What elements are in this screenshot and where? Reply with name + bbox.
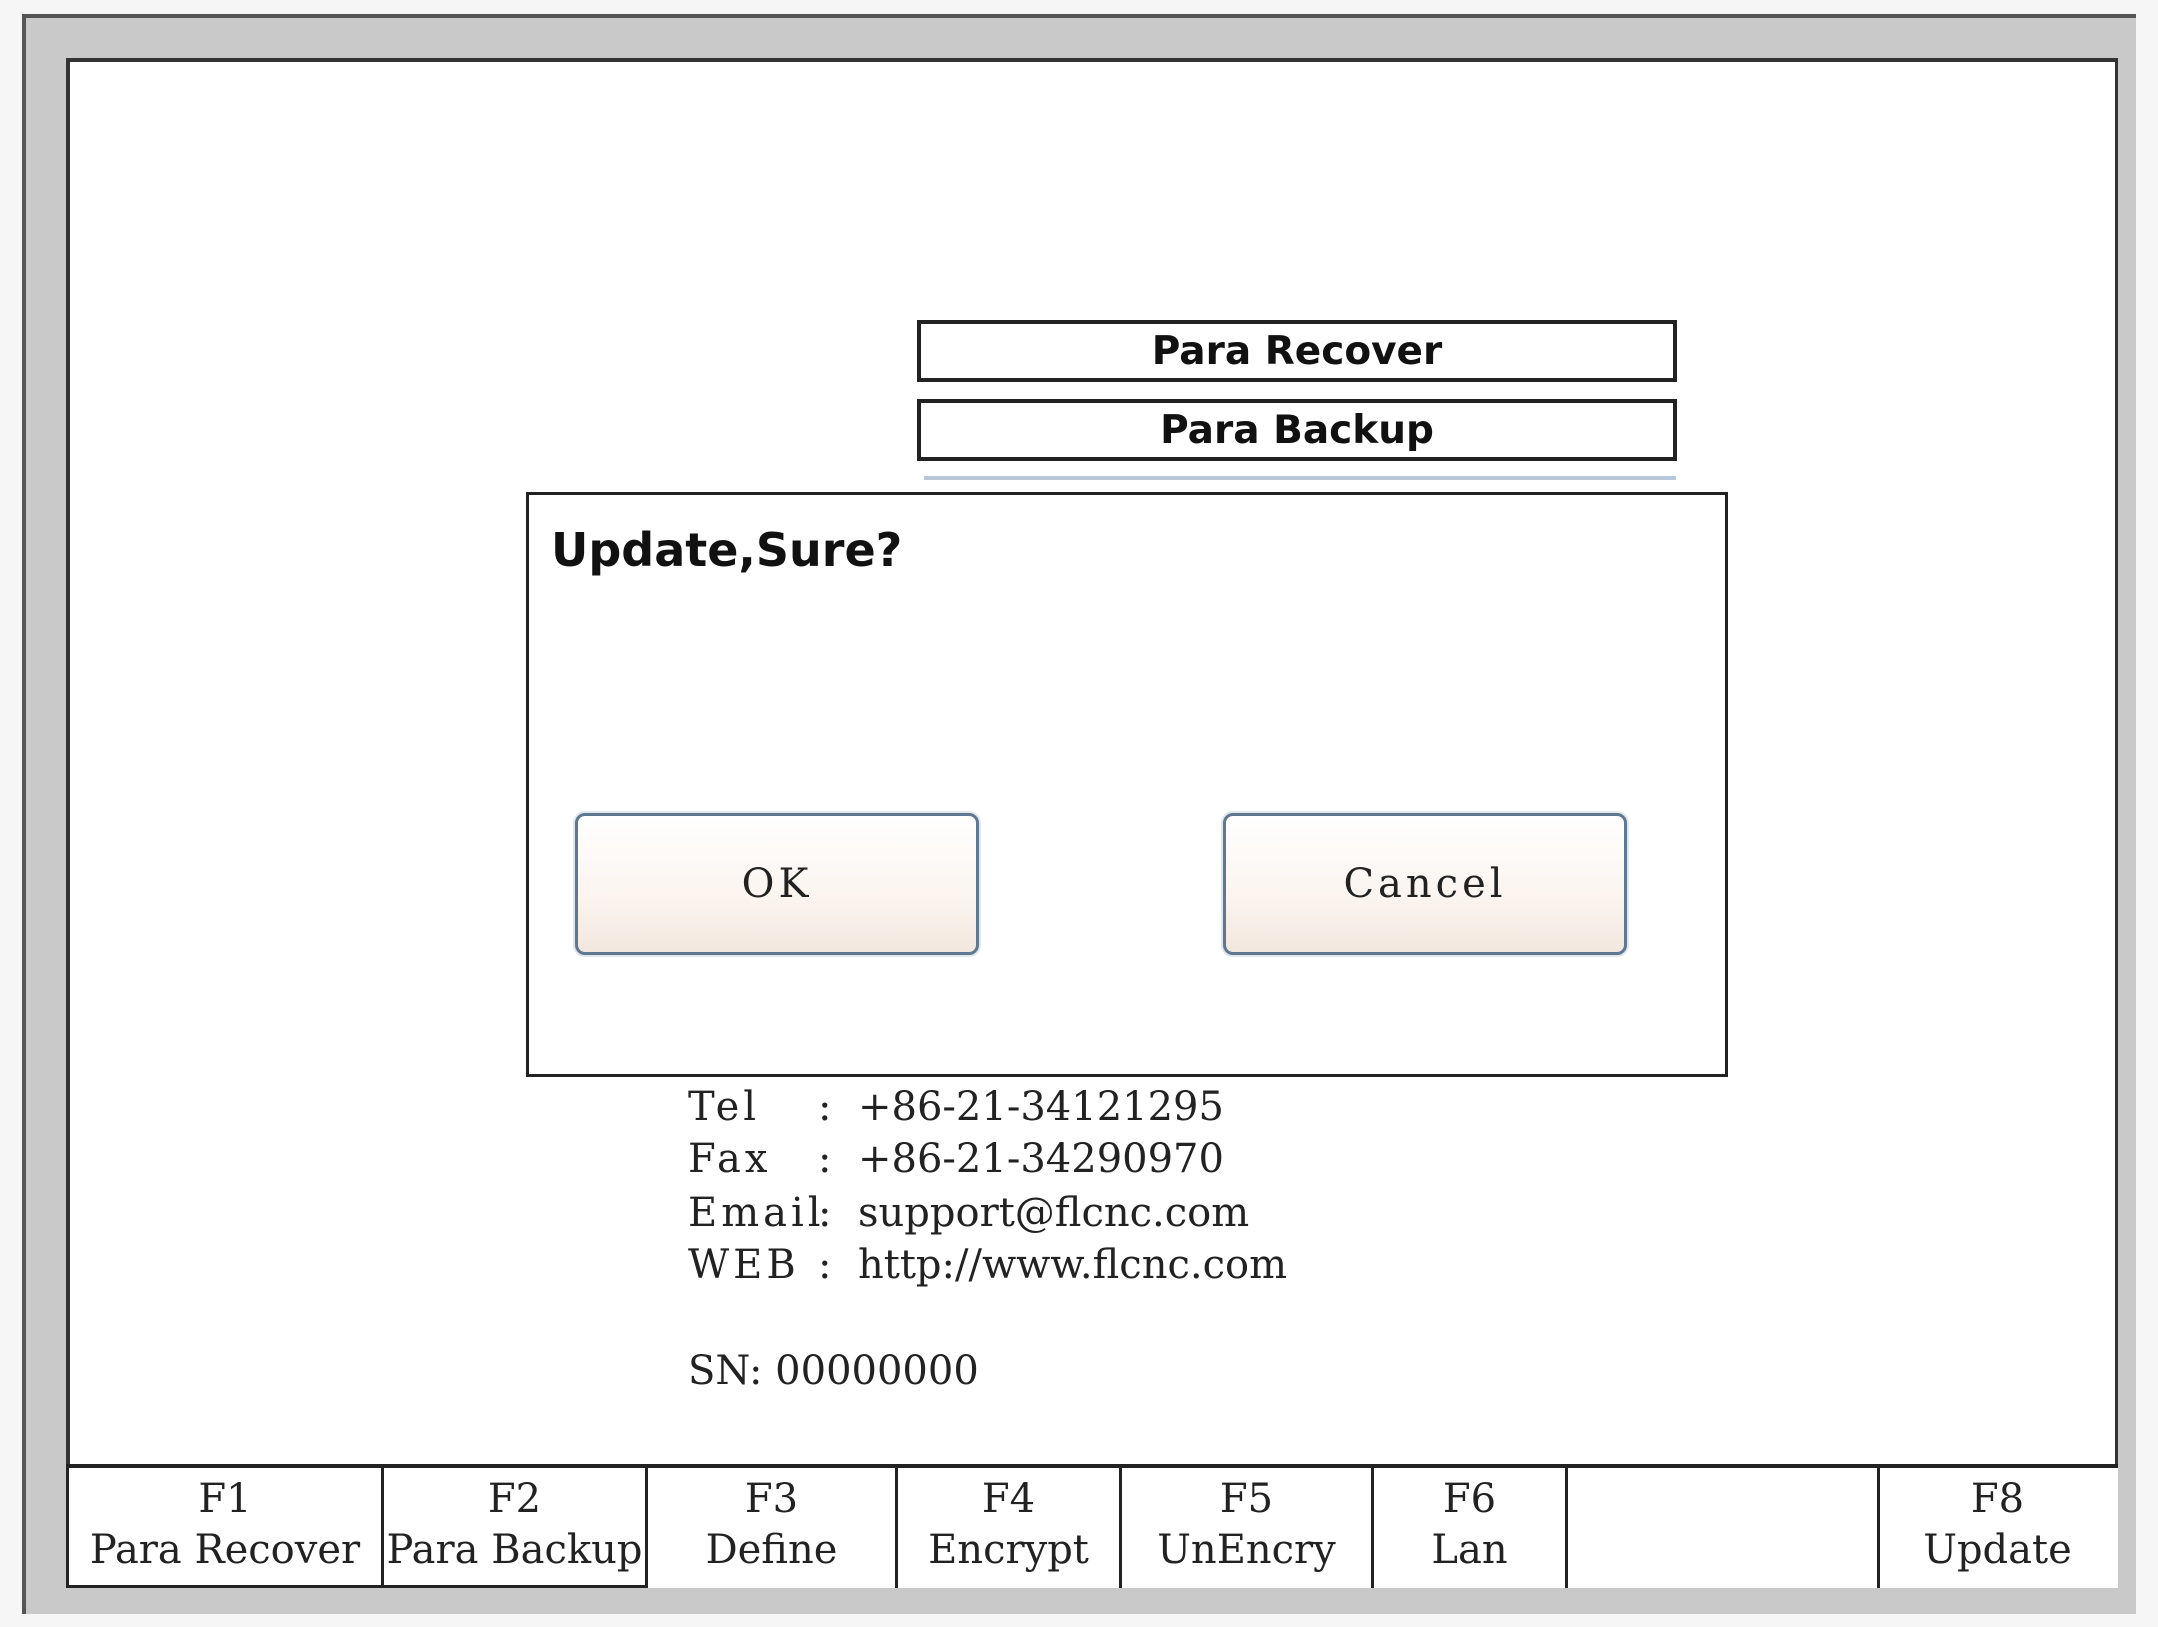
fax-separator: : <box>818 1136 832 1182</box>
email-value: support@flcnc.com <box>858 1190 1250 1236</box>
sn-value: 00000000 <box>775 1348 979 1394</box>
f4-key-label: Encrypt <box>928 1527 1089 1573</box>
f2-key[interactable]: F2 Para Backup <box>384 1468 648 1588</box>
fax-label: Fax <box>688 1136 772 1182</box>
f4-key[interactable]: F4 Encrypt <box>898 1468 1122 1588</box>
f6-key-number: F6 <box>1442 1476 1497 1522</box>
sn-label: SN: <box>688 1348 763 1394</box>
f3-key-number: F3 <box>744 1476 799 1522</box>
function-key-bar: F1 Para Recover F2 Para Backup F3 Define F4… <box>66 1464 2118 1588</box>
web-value: http://www.flcnc.com <box>858 1242 1288 1288</box>
serial-number-row: SN: 00000000 <box>688 1348 979 1394</box>
tel-value: +86-21-34121295 <box>858 1084 1224 1130</box>
f5-key-label: UnEncry <box>1157 1527 1336 1573</box>
email-row: Email: support@flcnc.com <box>688 1190 1249 1236</box>
fax-value: +86-21-34290970 <box>858 1136 1224 1182</box>
f8-key-label: Update <box>1923 1527 2072 1573</box>
f6-key-label: Lan <box>1431 1527 1508 1573</box>
f3-key[interactable]: F3 Define <box>648 1468 898 1588</box>
f8-key-number: F8 <box>1970 1476 2025 1522</box>
f3-key-label: Define <box>705 1527 838 1573</box>
web-row: WEB: http://www.flcnc.com <box>688 1242 1287 1288</box>
dialog-message: Update,Sure? <box>551 523 903 577</box>
email-separator: : <box>818 1190 832 1236</box>
f1-key-label: Para Recover <box>89 1527 361 1573</box>
f2-key-number: F2 <box>487 1476 542 1522</box>
f6-key[interactable]: F6 Lan <box>1374 1468 1568 1588</box>
tel-label: Tel <box>688 1084 761 1130</box>
f1-key-number: F1 <box>198 1476 252 1522</box>
f5-key-number: F5 <box>1219 1476 1274 1522</box>
email-label: Email <box>688 1190 825 1236</box>
menu-item-para-recover[interactable]: Para Recover <box>917 320 1677 382</box>
f5-key[interactable]: F5 UnEncry <box>1122 1468 1374 1588</box>
f7-key-empty[interactable] <box>1568 1468 1880 1588</box>
web-separator: : <box>818 1242 832 1288</box>
ok-button[interactable]: OK <box>575 813 979 955</box>
cancel-button[interactable]: Cancel <box>1223 813 1627 955</box>
web-label: WEB <box>688 1242 800 1288</box>
f8-key[interactable]: F8 Update <box>1880 1468 2115 1588</box>
menu-item-para-backup[interactable]: Para Backup <box>917 399 1677 461</box>
f2-key-label: Para Backup <box>386 1527 643 1573</box>
tel-row: Tel: +86-21-34121295 <box>688 1084 1224 1130</box>
update-confirm-dialog: Update,Sure? OK Cancel <box>526 492 1728 1077</box>
f4-key-number: F4 <box>981 1476 1036 1522</box>
fax-row: Fax: +86-21-34290970 <box>688 1136 1224 1182</box>
tel-separator: : <box>818 1084 832 1130</box>
f1-key[interactable]: F1 Para Recover <box>66 1468 384 1588</box>
